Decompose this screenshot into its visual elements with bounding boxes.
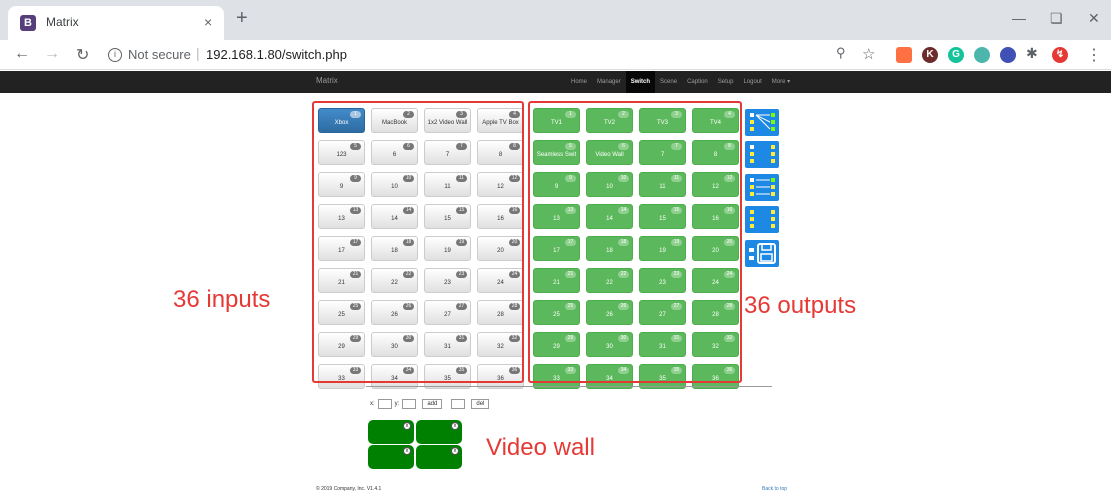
nav-link-more[interactable]: More ▾ bbox=[767, 71, 795, 93]
del-input[interactable] bbox=[451, 399, 466, 409]
nav-link-switch[interactable]: Switch bbox=[625, 71, 656, 93]
forward-icon[interactable]: → bbox=[44, 45, 60, 63]
extension-swirl-icon[interactable]: ↯ bbox=[1052, 47, 1068, 63]
extension-k-icon[interactable]: K bbox=[922, 47, 938, 63]
back-icon[interactable]: ← bbox=[14, 45, 30, 63]
navbar-links: Home Manager Switch Scene Caption Setup Logout… bbox=[566, 71, 795, 93]
outputs-annotation: 36 outputs bbox=[744, 292, 857, 319]
video-wall-cell[interactable]: x bbox=[368, 420, 414, 444]
video-wall-form: x: y: add del bbox=[370, 399, 492, 409]
x-input[interactable] bbox=[377, 399, 392, 409]
y-input[interactable] bbox=[402, 399, 417, 409]
app-navbar: Matrix Home Manager Switch Scene Caption Setu… bbox=[0, 71, 1111, 93]
back-to-top-link[interactable]: Back to top bbox=[762, 486, 787, 492]
new-tab-button[interactable]: + bbox=[236, 8, 248, 28]
extension-icon[interactable] bbox=[896, 47, 912, 63]
menu-kebab-icon[interactable]: ⋮ bbox=[1086, 45, 1102, 65]
nav-link-logout[interactable]: Logout bbox=[738, 71, 766, 93]
inputs-highlight-box bbox=[312, 101, 524, 383]
browser-tab[interactable]: B Matrix × bbox=[8, 6, 224, 40]
url-input[interactable]: 192.168.1.80/switch.php bbox=[206, 47, 347, 62]
video-wall-cell[interactable]: x bbox=[416, 445, 462, 469]
nav-link-manager[interactable]: Manager bbox=[592, 71, 626, 93]
remove-icon[interactable]: x bbox=[451, 447, 459, 455]
copyright-text: © 2019 Company, Inc. V1.4.1 bbox=[316, 486, 382, 492]
url-separator: | bbox=[196, 45, 200, 61]
save-scene-button[interactable] bbox=[745, 240, 779, 267]
favicon-icon: B bbox=[20, 15, 36, 31]
remove-icon[interactable]: x bbox=[403, 422, 411, 430]
reset-routing-icon bbox=[750, 210, 775, 228]
one-to-one-icon bbox=[750, 178, 775, 196]
extension-hex-icon[interactable] bbox=[974, 47, 990, 63]
del-button[interactable]: del bbox=[471, 399, 490, 409]
tab-title: Matrix bbox=[46, 15, 79, 29]
nav-link-caption[interactable]: Caption bbox=[682, 71, 713, 93]
security-label[interactable]: Not secure bbox=[128, 47, 191, 62]
close-window-icon[interactable]: ✕ bbox=[1088, 10, 1100, 27]
route-one-to-one-button[interactable] bbox=[745, 174, 779, 201]
extensions-puzzle-icon[interactable]: ✱ bbox=[1026, 45, 1038, 62]
reload-icon[interactable]: ↻ bbox=[76, 45, 89, 65]
nav-link-home[interactable]: Home bbox=[566, 71, 592, 93]
y-label: y: bbox=[394, 401, 400, 407]
browser-tab-bar: B Matrix × + — ❏ ✕ bbox=[0, 0, 1111, 40]
remove-icon[interactable]: x bbox=[451, 422, 459, 430]
x-label: x: bbox=[370, 401, 375, 407]
section-divider bbox=[366, 386, 772, 387]
save-icon bbox=[749, 243, 776, 264]
tab-close-icon[interactable]: × bbox=[204, 14, 212, 30]
route-reset-button[interactable] bbox=[745, 206, 779, 233]
route-one-to-all-button[interactable] bbox=[745, 109, 779, 136]
address-bar-row: ← → ↻ i Not secure | 192.168.1.80/switch… bbox=[0, 40, 1111, 70]
inputs-annotation: 36 inputs bbox=[173, 286, 271, 313]
route-clear-button[interactable] bbox=[745, 141, 779, 168]
video-wall-annotation: Video wall bbox=[486, 434, 595, 461]
zoom-icon[interactable]: ⚲ bbox=[836, 45, 846, 61]
nav-link-setup[interactable]: Setup bbox=[713, 71, 739, 93]
outputs-highlight-box bbox=[528, 101, 742, 383]
navbar-brand[interactable]: Matrix bbox=[316, 76, 338, 85]
nav-link-scene[interactable]: Scene bbox=[655, 71, 682, 93]
extension-compass-icon[interactable] bbox=[1000, 47, 1016, 63]
video-wall-cell[interactable]: x bbox=[416, 420, 462, 444]
info-icon[interactable]: i bbox=[108, 48, 122, 62]
bookmark-star-icon[interactable]: ☆ bbox=[862, 45, 875, 63]
minimize-icon[interactable]: — bbox=[1012, 10, 1026, 26]
video-wall-cell[interactable]: x bbox=[368, 445, 414, 469]
remove-icon[interactable]: x bbox=[403, 447, 411, 455]
one-to-all-icon bbox=[750, 113, 775, 131]
restore-icon[interactable]: ❏ bbox=[1050, 10, 1063, 27]
add-button[interactable]: add bbox=[422, 399, 443, 409]
grammarly-icon[interactable]: G bbox=[948, 47, 964, 63]
clear-routing-icon bbox=[750, 145, 775, 163]
